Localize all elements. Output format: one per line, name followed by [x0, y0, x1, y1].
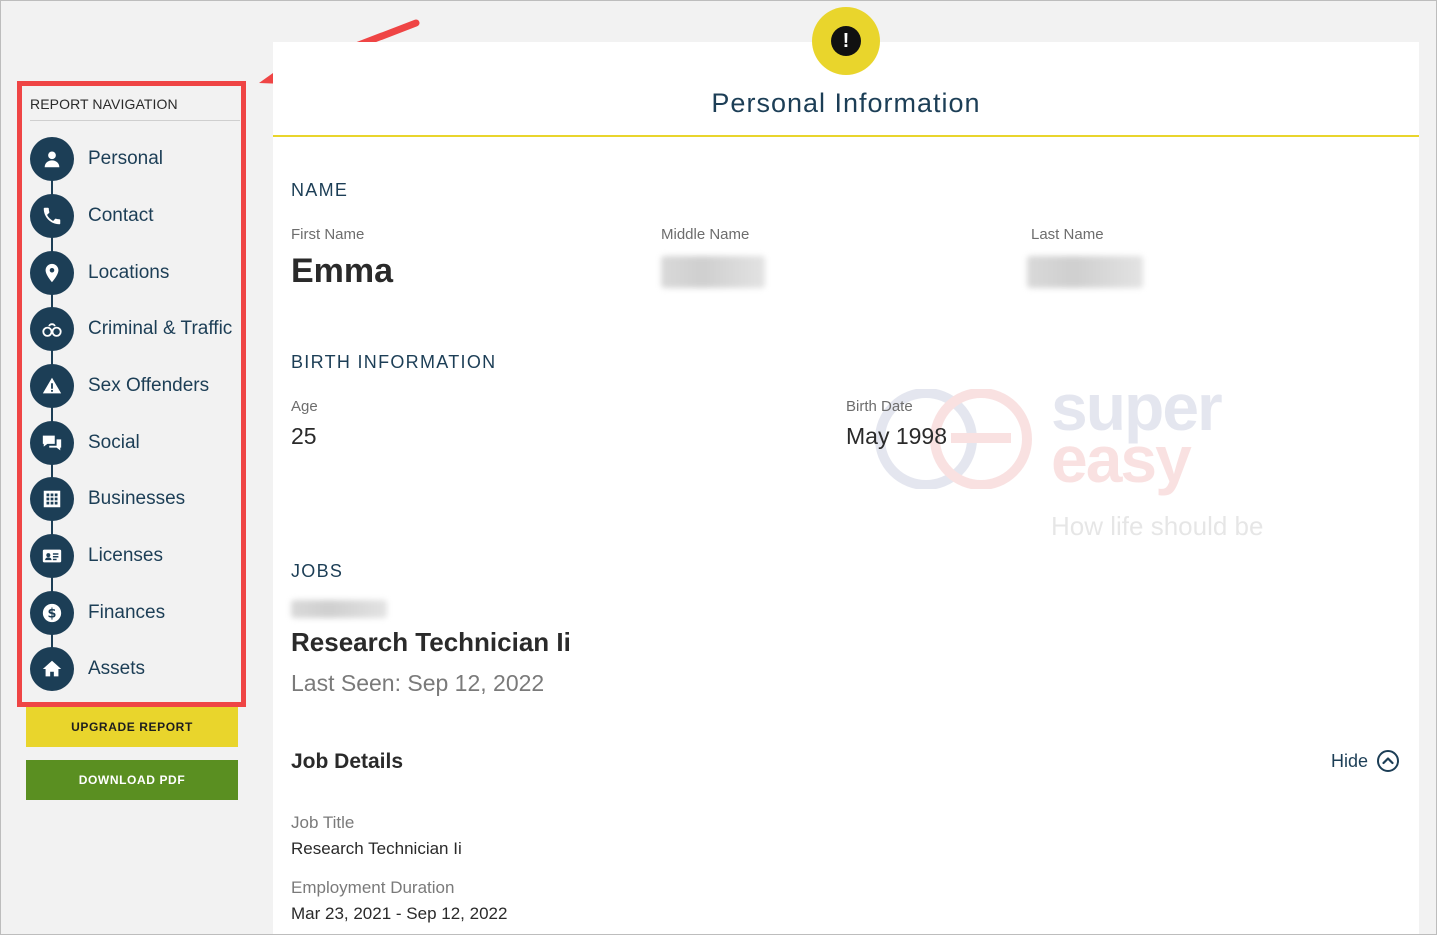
- nav-item-locations[interactable]: Locations: [30, 250, 240, 296]
- nav-item-sex-offenders[interactable]: Sex Offenders: [30, 363, 240, 409]
- nav-label: Contact: [88, 205, 154, 226]
- last-name-redacted: [1027, 256, 1143, 288]
- job-title-label: Job Title: [291, 813, 355, 832]
- page-title: Personal Information: [711, 88, 981, 118]
- nav-item-businesses[interactable]: Businesses: [30, 476, 240, 522]
- nav-item-criminal-traffic[interactable]: Criminal & Traffic: [30, 306, 240, 352]
- nav-item-licenses[interactable]: Licenses: [30, 533, 240, 579]
- first-name-label: First Name: [291, 226, 365, 243]
- page: REPORT NAVIGATION Personal Contact Locat…: [0, 0, 1437, 935]
- chat-bubbles-icon: [30, 421, 74, 465]
- nav-label: Sex Offenders: [88, 375, 210, 396]
- age-label: Age: [291, 398, 318, 415]
- download-pdf-button[interactable]: DOWNLOAD PDF: [26, 760, 238, 800]
- person-icon: [30, 137, 74, 181]
- age-value: 25: [291, 423, 317, 449]
- hide-label: Hide: [1331, 750, 1369, 771]
- building-icon: [30, 477, 74, 521]
- birth-date-label: Birth Date: [846, 398, 913, 415]
- personal-information-panel: ! Personal Information super easy How li…: [273, 7, 1419, 934]
- handcuffs-icon: [30, 307, 74, 351]
- name-heading: NAME: [291, 180, 349, 200]
- watermark: super easy How life should be: [871, 370, 1291, 547]
- nav-item-assets[interactable]: Assets: [30, 646, 240, 692]
- last-name-label: Last Name: [1031, 226, 1104, 243]
- job-title: Research Technician Ii: [291, 627, 571, 657]
- map-pin-icon: [30, 251, 74, 295]
- report-navigation-list: Personal Contact Locations Criminal & Tr…: [30, 134, 240, 694]
- chevron-up-icon: [1377, 750, 1400, 772]
- dollar-icon: $: [30, 591, 74, 635]
- nav-item-personal[interactable]: Personal: [30, 136, 240, 182]
- birth-date-value: May 1998: [846, 423, 948, 449]
- report-navigation-title: REPORT NAVIGATION: [30, 96, 240, 121]
- home-icon: [30, 647, 74, 691]
- birth-information-heading: BIRTH INFORMATION: [291, 352, 497, 372]
- middle-name-label: Middle Name: [661, 226, 750, 243]
- nav-label: Businesses: [88, 488, 186, 509]
- warning-icon: [30, 364, 74, 408]
- nav-label: Licenses: [88, 545, 163, 566]
- jobs-heading: JOBS: [291, 561, 344, 581]
- alert-icon: !: [812, 7, 880, 75]
- employer-redacted: [291, 600, 387, 618]
- employment-duration-value: Mar 23, 2021 - Sep 12, 2022: [291, 904, 508, 923]
- nav-item-contact[interactable]: Contact: [30, 193, 240, 239]
- svg-text:$: $: [48, 607, 57, 622]
- title-divider: [273, 135, 1419, 137]
- job-title-value: Research Technician Ii: [291, 839, 462, 858]
- middle-name-redacted: [661, 256, 765, 288]
- alert-symbol: !: [831, 26, 861, 56]
- phone-icon: [30, 194, 74, 238]
- nav-label: Criminal & Traffic: [88, 318, 233, 339]
- nav-label: Finances: [88, 602, 166, 623]
- job-last-seen: Last Seen: Sep 12, 2022: [291, 670, 545, 696]
- nav-label: Locations: [88, 262, 170, 283]
- first-name-value: Emma: [291, 252, 394, 290]
- nav-label: Assets: [88, 658, 146, 679]
- nav-label: Social: [88, 432, 140, 453]
- employment-duration-label: Employment Duration: [291, 878, 455, 897]
- watermark-text-easy: easy: [1051, 422, 1192, 496]
- id-card-icon: [30, 534, 74, 578]
- watermark-tagline: How life should be: [1051, 511, 1264, 541]
- nav-item-finances[interactable]: $ Finances: [30, 590, 240, 636]
- hide-job-details-button[interactable]: Hide: [1331, 749, 1400, 773]
- job-details-heading: Job Details: [291, 750, 404, 773]
- nav-label: Personal: [88, 148, 163, 169]
- nav-item-social[interactable]: Social: [30, 420, 240, 466]
- report-navigation-highlight: REPORT NAVIGATION Personal Contact Locat…: [17, 81, 246, 707]
- upgrade-report-button[interactable]: UPGRADE REPORT: [26, 707, 238, 747]
